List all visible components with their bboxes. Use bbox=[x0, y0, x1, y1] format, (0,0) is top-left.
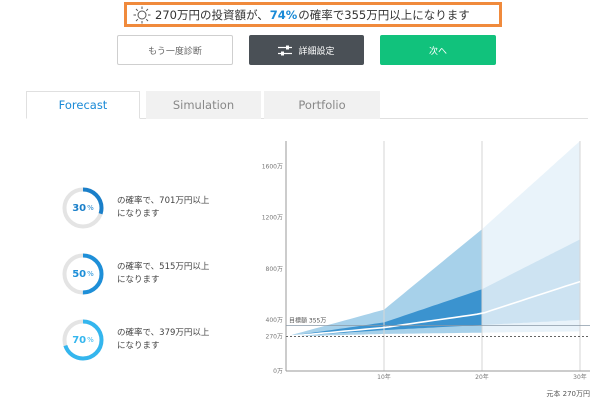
y-tick-label-2: 400万 bbox=[266, 317, 283, 324]
forecast-headline: 270万円の投資額が、 74% の確率で355万円以上になります bbox=[124, 2, 502, 27]
probability-ring: 30% bbox=[62, 187, 104, 229]
next-label: 次へ bbox=[428, 46, 447, 57]
headline-prefix: 270万円の投資額が、 bbox=[155, 7, 269, 22]
x-tick-label-0: 10年 bbox=[377, 373, 391, 381]
y-tick-label-1: 270万 bbox=[266, 334, 283, 341]
probability-value: 30% bbox=[72, 202, 94, 214]
target-line-label: 目標額 355万 bbox=[289, 317, 326, 325]
probability-description: の確率で、701万円以上 になります bbox=[117, 196, 210, 219]
x-tick-label-2: 30年 bbox=[573, 373, 587, 381]
retry-diagnosis-label: もう一度診断 bbox=[148, 46, 202, 57]
sun-icon bbox=[133, 6, 151, 23]
y-tick-label-0: 0万 bbox=[273, 368, 283, 375]
y-tick-label-5: 1600万 bbox=[262, 164, 283, 171]
probability-description: の確率で、379万円以上 になります bbox=[117, 328, 210, 351]
tab-bar: Forecast Simulation Portfolio bbox=[26, 91, 588, 119]
retry-diagnosis-button[interactable]: もう一度診断 bbox=[117, 35, 233, 65]
next-button[interactable]: 次へ bbox=[380, 35, 496, 65]
probability-ring: 50% bbox=[62, 253, 104, 295]
probability-value: 50% bbox=[72, 268, 94, 280]
probability-value: 70% bbox=[72, 334, 94, 346]
tab-forecast-label: Forecast bbox=[58, 98, 108, 112]
forecast-chart: 目標額 355万元本 270万円 0万 270万 400万 800万 1200万 1600万… bbox=[262, 141, 590, 398]
tab-portfolio-label: Portfolio bbox=[298, 98, 346, 112]
tab-portfolio[interactable]: Portfolio bbox=[264, 91, 380, 119]
tab-simulation-label: Simulation bbox=[172, 98, 235, 112]
sliders-icon bbox=[278, 45, 293, 55]
probability-row-50: 50% の確率で、515万円以上 になります bbox=[62, 253, 227, 295]
y-tick-label-3: 800万 bbox=[266, 266, 283, 273]
x-tick-label-1: 20年 bbox=[475, 373, 489, 381]
probability-row-30: 30% の確率で、701万円以上 になります bbox=[62, 187, 227, 229]
detail-settings-label: 詳細設定 bbox=[298, 46, 335, 57]
y-tick-label-4: 1200万 bbox=[262, 215, 283, 222]
probability-description: の確率で、515万円以上 になります bbox=[117, 262, 210, 285]
tab-forecast[interactable]: Forecast bbox=[26, 91, 140, 119]
tab-simulation[interactable]: Simulation bbox=[146, 91, 261, 119]
headline-probability: 74% bbox=[269, 7, 298, 22]
probability-ring: 70% bbox=[62, 319, 104, 361]
probability-row-70: 70% の確率で、379万円以上 になります bbox=[62, 319, 227, 361]
headline-suffix: の確率で355万円以上になります bbox=[298, 7, 470, 22]
detail-settings-button[interactable]: 詳細設定 bbox=[249, 35, 364, 65]
principal-line-label: 元本 270万円 bbox=[546, 389, 590, 398]
